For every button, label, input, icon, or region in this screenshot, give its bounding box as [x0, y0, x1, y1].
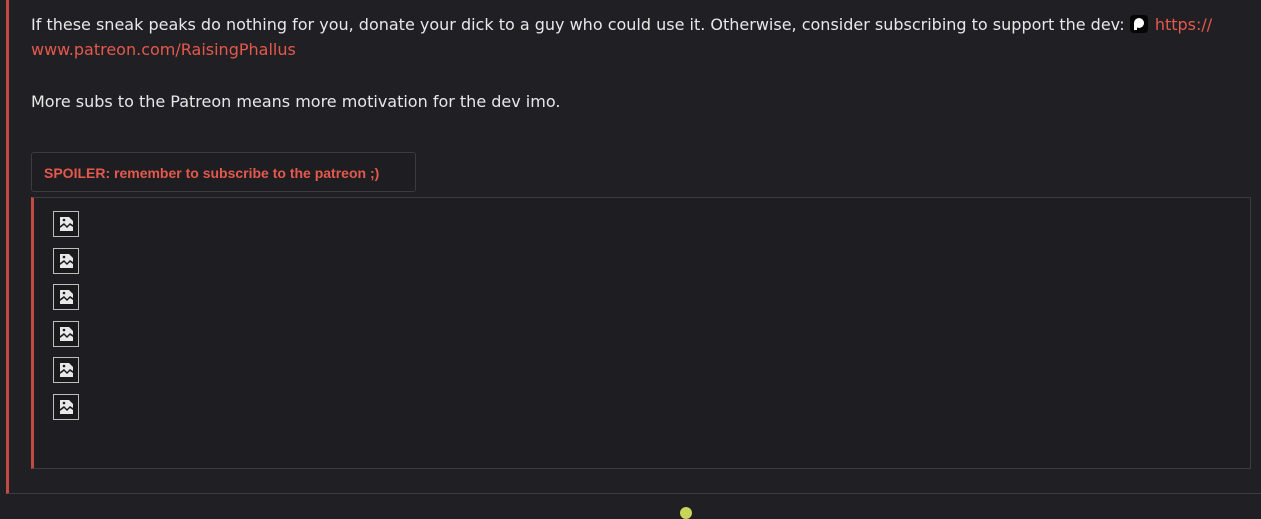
broken-image-icon[interactable] — [53, 320, 79, 347]
broken-image-icon[interactable] — [53, 284, 79, 310]
spoiler-toggle-button[interactable]: SPOILER: remember to subscribe to the pa… — [31, 152, 416, 192]
paragraph-support-text: If these sneak peaks do nothing for you,… — [31, 15, 1130, 34]
paragraph-motivation: More subs to the Patreon means more moti… — [31, 92, 561, 111]
patreon-icon — [1129, 15, 1148, 33]
post-text: If these sneak peaks do nothing for you,… — [31, 12, 1261, 141]
spoiler-image-list — [53, 211, 79, 430]
broken-image-icon[interactable] — [53, 247, 79, 274]
broken-image-icon[interactable] — [53, 357, 79, 383]
broken-image-icon[interactable] — [53, 393, 79, 420]
status-dot-icon — [680, 507, 692, 519]
paragraph-support: If these sneak peaks do nothing for you,… — [31, 12, 1261, 62]
post-body: If these sneak peaks do nothing for you,… — [6, 0, 1261, 494]
spoiler-content — [31, 197, 1251, 469]
broken-image-icon[interactable] — [53, 211, 79, 237]
